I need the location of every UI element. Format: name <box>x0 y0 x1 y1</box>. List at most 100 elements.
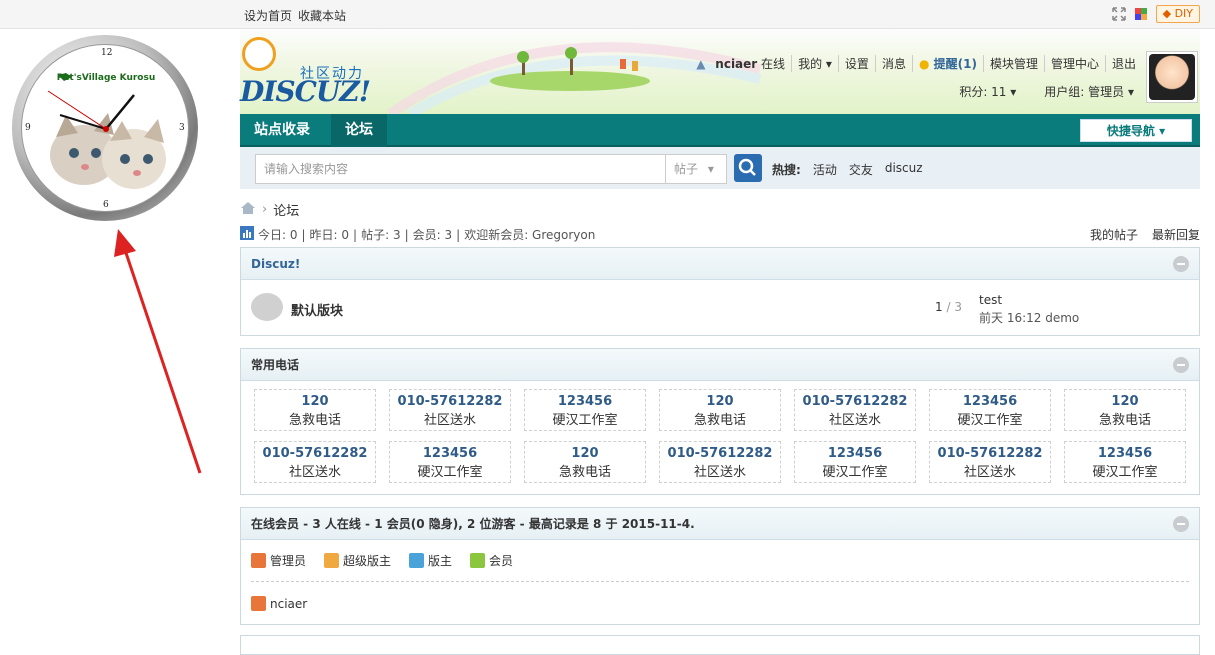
forum-last-post: test 前天 16:12 demo <box>979 291 1079 327</box>
menu-my[interactable]: 我的 ▾ <box>791 55 838 72</box>
phone-card[interactable]: 123456 硬汉工作室 <box>524 389 646 431</box>
phone-card[interactable]: 010-57612282 社区送水 <box>659 441 781 483</box>
phone-card[interactable]: 123456 硬汉工作室 <box>1064 441 1186 483</box>
bookmark-link[interactable]: 收藏本站 <box>298 7 346 24</box>
super-mod-icon <box>324 553 340 568</box>
online-header: 在线会员 - 3 人在线 - 1 会员(0 隐身), 2 位游客 - 最高记录是… <box>241 508 1199 540</box>
member-icon <box>470 553 486 568</box>
top-bar: 设为首页 收藏本站 ◆ DIY <box>0 0 1215 29</box>
collapse-icon[interactable] <box>1173 516 1189 532</box>
username-link[interactable]: ▲ nciaer 在线 <box>684 55 791 72</box>
phone-card[interactable]: 123456 硬汉工作室 <box>389 441 511 483</box>
phones-header: 常用电话 <box>241 349 1199 381</box>
latest-replies-link[interactable]: 最新回复 <box>1152 226 1200 243</box>
stats-chart-icon <box>240 226 254 243</box>
phones-title: 常用电话 <box>251 358 300 372</box>
fullscreen-icon[interactable] <box>1111 7 1126 21</box>
user-info: 积分: 11 ▾ 用户组: 管理员 ▾ <box>959 83 1134 100</box>
menu-remind[interactable]: ● 提醒(1) <box>911 55 983 72</box>
phone-card[interactable]: 123456 硬汉工作室 <box>929 389 1051 431</box>
usergroup-dropdown[interactable]: 用户组: 管理员 ▾ <box>1044 83 1134 100</box>
legend-super-mod: 超级版主 <box>324 552 391 569</box>
stat-today: 今日: 0 <box>258 228 298 242</box>
phone-card[interactable]: 120 急救电话 <box>659 389 781 431</box>
forum-group-title[interactable]: Discuz! <box>251 257 300 271</box>
mod-icon <box>409 553 425 568</box>
style-icon[interactable] <box>1134 7 1148 21</box>
forum-counts: 1 / 3 <box>935 300 962 314</box>
forum-group-box: Discuz! 默认版块 1 / 3 test 前天 16:12 demo <box>240 247 1200 336</box>
phones-box: 常用电话 120 急救电话 010-57612282 社区送水 123456 硬汉工作… <box>240 348 1200 495</box>
collapse-icon[interactable] <box>1173 256 1189 272</box>
menu-messages[interactable]: 消息 <box>874 55 912 72</box>
next-box-edge <box>240 635 1200 655</box>
hot-keyword[interactable]: discuz <box>885 161 923 178</box>
forum-stats: 今日: 0 | 昨日: 0 | 帖子: 3 | 会员: 3 | 欢迎新会员: Grego… <box>240 226 1200 243</box>
chevron-down-icon: ▾ <box>707 162 714 176</box>
red-arrow-annotation <box>114 229 202 474</box>
nav-forum[interactable]: 论坛 <box>331 114 387 147</box>
clock-number-12: 12 <box>101 48 113 58</box>
nav-site-collection[interactable]: 站点收录 <box>240 114 324 147</box>
phone-card[interactable]: 010-57612282 社区送水 <box>254 441 376 483</box>
diy-label: DIY <box>1174 7 1193 20</box>
breadcrumb-separator: › <box>262 202 268 217</box>
my-posts-link[interactable]: 我的帖子 <box>1090 226 1138 243</box>
kitten-image <box>47 73 166 189</box>
forum-row: 默认版块 1 / 3 test 前天 16:12 demo <box>241 280 1199 336</box>
quick-nav-button[interactable]: 快捷导航 ▾ <box>1080 119 1192 142</box>
collapse-icon[interactable] <box>1173 357 1189 373</box>
hot-search: 热搜: 活动 交友 discuz <box>772 161 923 178</box>
online-legend: 管理员 超级版主 版主 会员 <box>241 540 1199 569</box>
bulb-icon: ● <box>918 57 930 71</box>
clock-widget: Pet'sVillage Kurosu 12 3 6 9 <box>12 35 198 221</box>
stat-posts: 帖子: 3 <box>361 228 401 242</box>
online-username[interactable]: nciaer <box>270 597 307 611</box>
avatar[interactable] <box>1146 51 1198 103</box>
diy-button[interactable]: ◆ DIY <box>1155 5 1200 23</box>
home-icon[interactable] <box>240 201 256 219</box>
logo-bubble-icon <box>242 37 276 71</box>
phone-card[interactable]: 120 急救电话 <box>254 389 376 431</box>
clock-number-6: 6 <box>103 200 109 210</box>
site-header: 社区动力 DISCUZ! ▲ nciaer 在线 我的 ▾ 设置 消息 ● 提醒… <box>240 29 1200 114</box>
hot-label: 热搜: <box>772 163 801 177</box>
legend-admin: 管理员 <box>251 552 306 569</box>
search-type-select[interactable]: 帖子 ▾ <box>665 154 727 184</box>
stat-welcome[interactable]: 欢迎新会员: Gregoryon <box>464 226 595 243</box>
menu-admin[interactable]: 管理中心 <box>1043 55 1105 72</box>
logo-brand: DISCUZ! <box>240 75 371 108</box>
search-input[interactable]: 请输入搜索内容 <box>255 154 666 184</box>
forum-name[interactable]: 默认版块 <box>291 300 343 319</box>
phones-grid: 120 急救电话 010-57612282 社区送水 123456 硬汉工作室 120… <box>241 381 1199 491</box>
menu-modules[interactable]: 模块管理 <box>982 55 1044 72</box>
phone-card[interactable]: 123456 硬汉工作室 <box>794 441 916 483</box>
points-dropdown[interactable]: 积分: 11 ▾ <box>959 83 1016 100</box>
breadcrumb: › 论坛 <box>240 200 299 219</box>
phone-card[interactable]: 010-57612282 社区送水 <box>794 389 916 431</box>
discuz-logo[interactable]: 社区动力 DISCUZ! <box>240 37 380 108</box>
legend-mod: 版主 <box>409 552 452 569</box>
online-user[interactable]: nciaer <box>241 582 1199 625</box>
phone-card[interactable]: 120 急救电话 <box>524 441 646 483</box>
legend-member: 会员 <box>470 552 513 569</box>
last-post-title[interactable]: test <box>979 291 1079 309</box>
phone-card[interactable]: 010-57612282 社区送水 <box>389 389 511 431</box>
hot-keyword[interactable]: 交友 <box>849 161 873 178</box>
admin-icon <box>251 596 266 611</box>
menu-settings[interactable]: 设置 <box>837 55 875 72</box>
clock-number-3: 3 <box>179 123 185 133</box>
breadcrumb-current[interactable]: 论坛 <box>273 200 299 219</box>
forum-bubble-icon <box>251 293 283 321</box>
search-button[interactable] <box>734 154 762 182</box>
phone-card[interactable]: 010-57612282 社区送水 <box>929 441 1051 483</box>
main-nav: 站点收录 论坛 快捷导航 ▾ <box>240 114 1200 147</box>
menu-logout[interactable]: 退出 <box>1104 55 1142 72</box>
online-status: 在线 <box>761 57 786 71</box>
hot-keyword[interactable]: 活动 <box>813 161 837 178</box>
clock-number-9: 9 <box>25 123 31 133</box>
online-box: 在线会员 - 3 人在线 - 1 会员(0 隐身), 2 位游客 - 最高记录是… <box>240 507 1200 625</box>
phone-card[interactable]: 120 急救电话 <box>1064 389 1186 431</box>
stat-members: 会员: 3 <box>412 228 453 242</box>
set-home-link[interactable]: 设为首页 <box>244 7 292 24</box>
